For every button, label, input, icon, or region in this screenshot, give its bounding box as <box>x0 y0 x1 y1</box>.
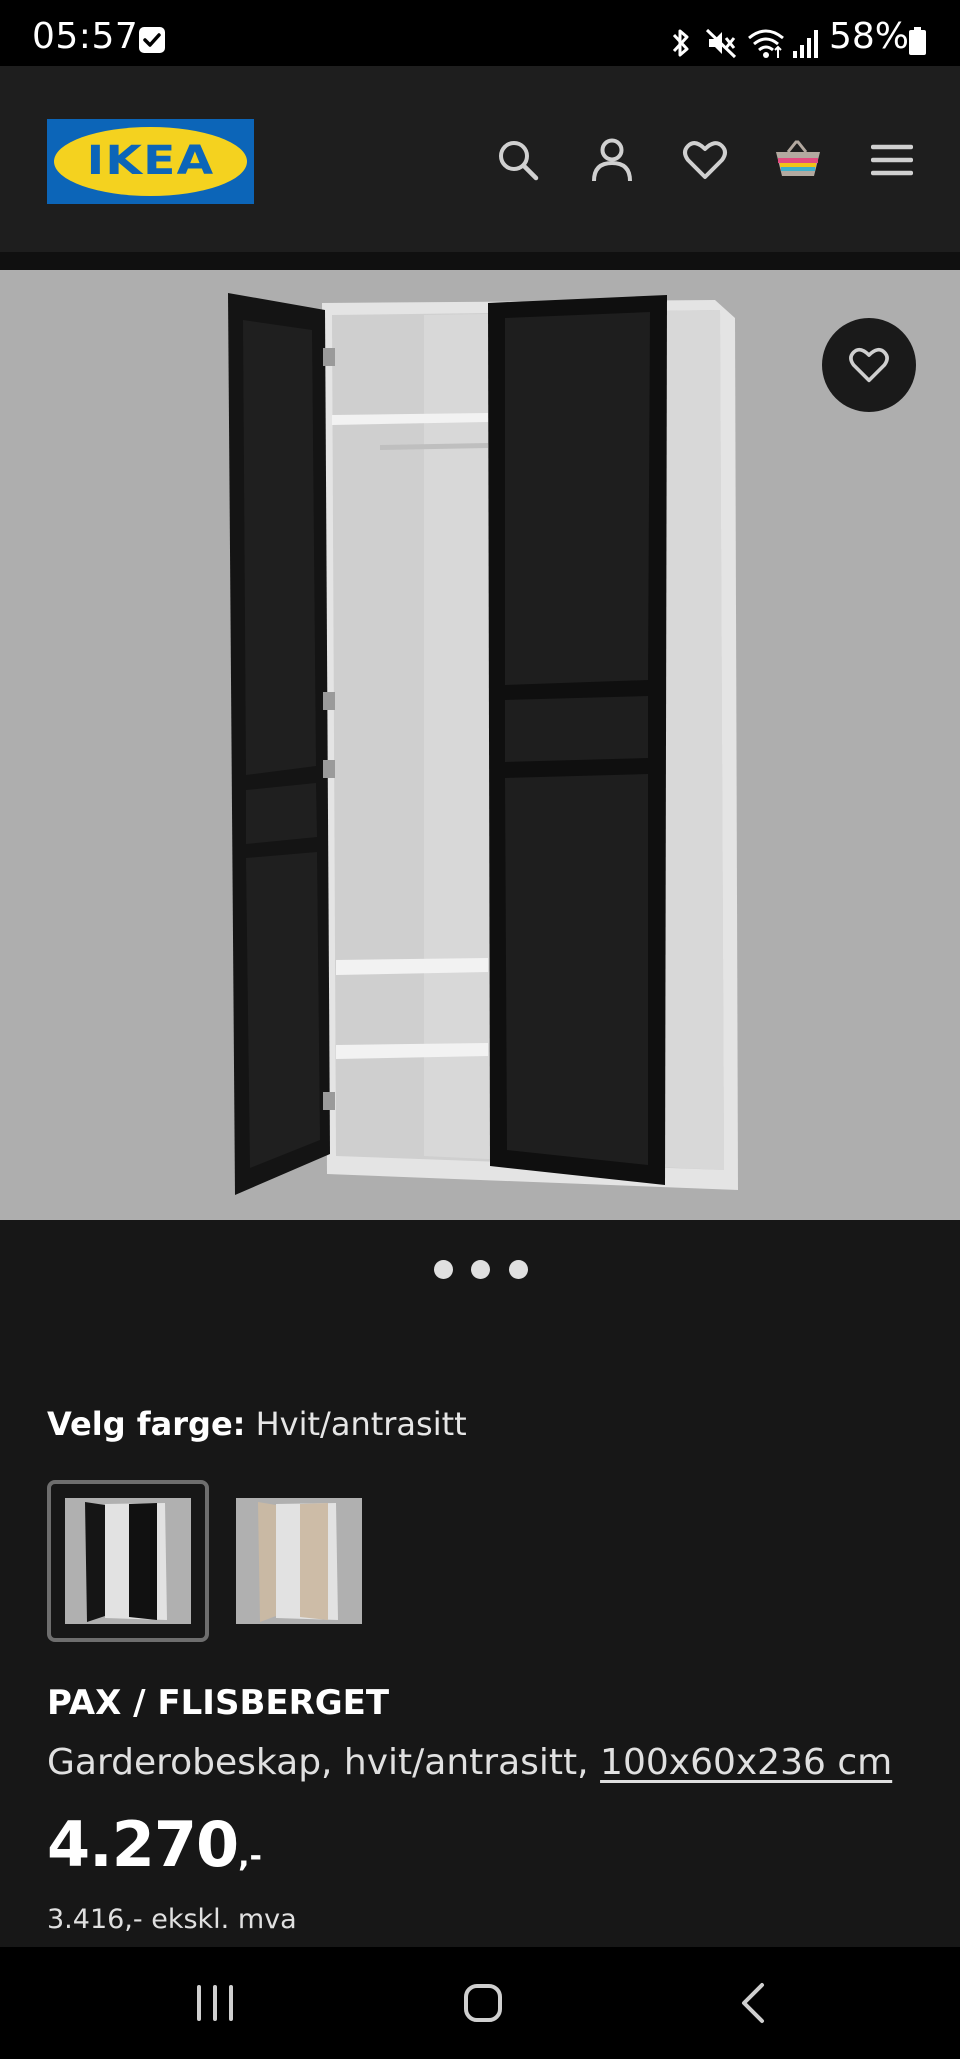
color-swatch-white-beige[interactable] <box>236 1494 366 1624</box>
wardrobe-illustration <box>228 293 738 1195</box>
gallery-pagination <box>0 1260 960 1280</box>
product-price: 4.270,- <box>47 1808 262 1881</box>
battery-icon <box>909 27 926 55</box>
heart-icon <box>849 347 889 383</box>
back-icon[interactable] <box>721 1975 785 2031</box>
check-notification-icon <box>139 27 165 53</box>
battery-percent: 58% <box>829 16 910 57</box>
product-name: PAX / FLISBERGET <box>47 1683 390 1723</box>
color-select-row: Velg farge: Hvit/antrasitt <box>47 1405 467 1443</box>
wishlist-heart-icon[interactable] <box>675 130 735 190</box>
basket-icon[interactable] <box>768 130 828 190</box>
search-icon[interactable] <box>488 130 548 190</box>
mute-icon <box>705 28 737 59</box>
menu-icon[interactable] <box>862 130 922 190</box>
status-bar: 05:57 58% <box>0 0 960 66</box>
product-image[interactable] <box>0 270 960 1220</box>
price-suffix: ,- <box>238 1839 262 1874</box>
system-nav-bar <box>0 1947 960 2059</box>
swatch-image <box>236 1498 362 1624</box>
home-icon[interactable] <box>451 1975 515 2031</box>
color-swatch-white-anthracite[interactable] <box>47 1480 209 1642</box>
header-divider <box>0 252 960 270</box>
gallery-dot[interactable] <box>509 1260 528 1279</box>
product-type: Garderobeskap, hvit/antrasitt, <box>47 1742 589 1783</box>
wifi-icon <box>748 29 784 58</box>
product-measurement-link[interactable]: 100x60x236 cm <box>600 1742 892 1783</box>
gallery-dot[interactable] <box>434 1260 453 1279</box>
gallery-dot[interactable] <box>471 1260 490 1279</box>
logo-text: IKEA <box>86 138 215 184</box>
color-label: Velg farge: <box>47 1405 246 1443</box>
bluetooth-icon <box>672 29 689 57</box>
price-excl-vat: 3.416,- ekskl. mva <box>47 1904 297 1935</box>
account-icon[interactable] <box>582 130 642 190</box>
add-to-favourites-button[interactable] <box>822 318 916 412</box>
price-integer: 4.270 <box>47 1808 239 1881</box>
product-description: Garderobeskap, hvit/antrasitt, 100x60x23… <box>47 1742 892 1783</box>
status-time: 05:57 <box>32 16 139 57</box>
color-value: Hvit/antrasitt <box>255 1405 467 1443</box>
ikea-logo[interactable]: IKEA <box>47 119 254 204</box>
site-header: IKEA <box>0 66 960 252</box>
swatch-image <box>65 1498 191 1624</box>
signal-icon <box>793 30 818 58</box>
recent-apps-icon[interactable] <box>183 1975 247 2031</box>
